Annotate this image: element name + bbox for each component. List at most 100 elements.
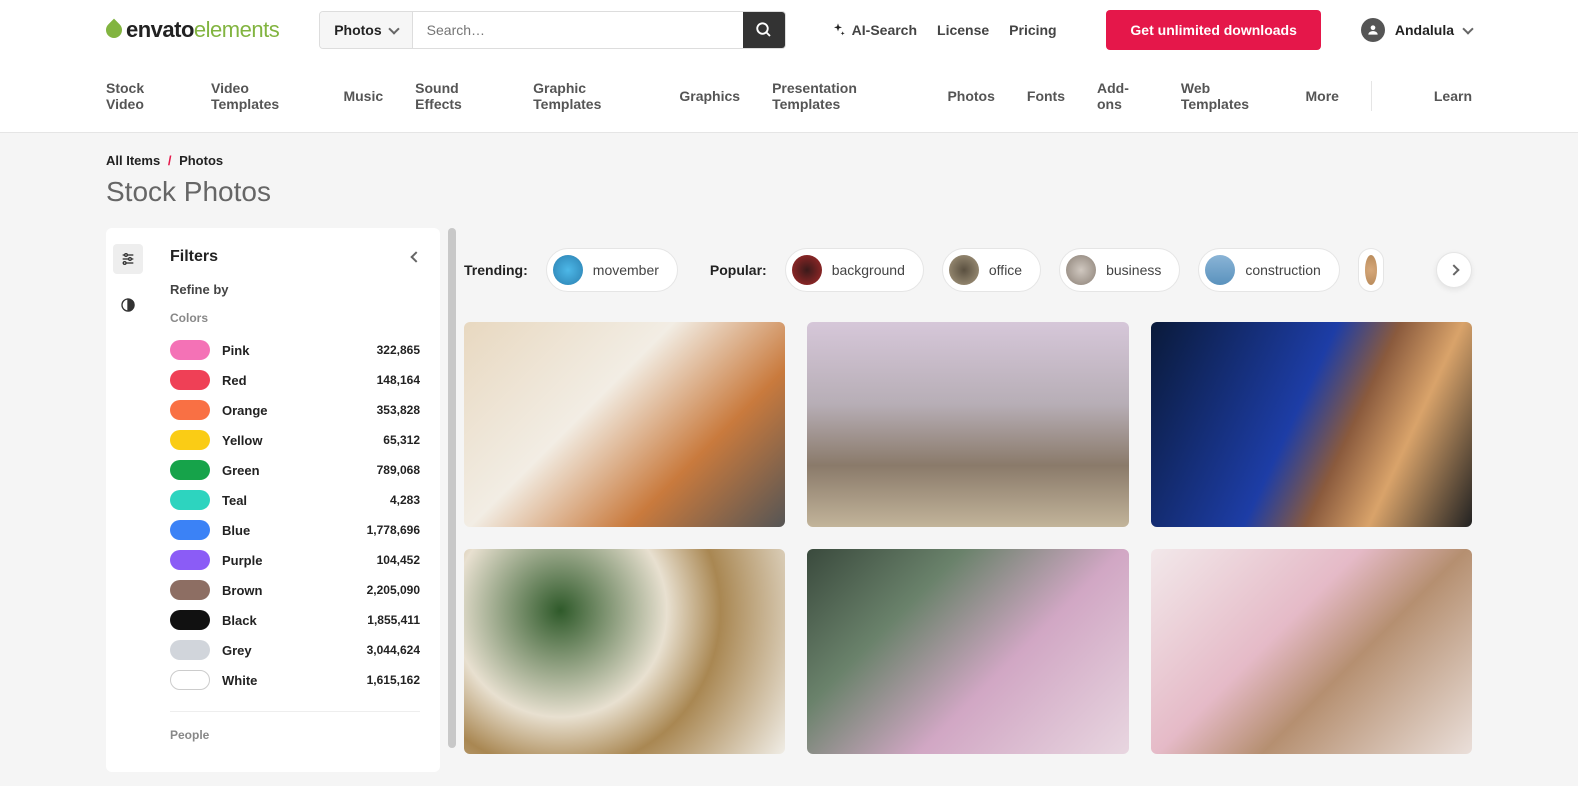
search-button[interactable] xyxy=(743,12,785,48)
search-category-dropdown[interactable]: Photos xyxy=(320,12,412,48)
chevron-down-icon xyxy=(388,23,399,34)
photo-card[interactable] xyxy=(807,322,1128,527)
color-filter-orange[interactable]: Orange 353,828 xyxy=(170,395,420,425)
color-filter-brown[interactable]: Brown2,205,090 xyxy=(170,575,420,605)
search-bar: Photos xyxy=(319,11,785,49)
nav-stock-video[interactable]: Stock Video xyxy=(106,60,179,132)
chevron-right-icon xyxy=(1448,264,1459,275)
nav-sound-effects[interactable]: Sound Effects xyxy=(415,60,501,132)
user-menu[interactable]: Andalula xyxy=(1361,18,1472,42)
tag-label: background xyxy=(832,262,905,278)
nav-graphic-templates[interactable]: Graphic Templates xyxy=(533,60,647,132)
tag-business[interactable]: business xyxy=(1059,248,1180,292)
trending-label: Trending: xyxy=(464,262,528,278)
nav-more[interactable]: More xyxy=(1306,68,1339,124)
people-section-label: People xyxy=(150,728,440,752)
color-count: 789,068 xyxy=(377,463,420,477)
photo-thumbnail xyxy=(464,322,785,527)
nav-video-templates[interactable]: Video Templates xyxy=(211,60,311,132)
nav-photos[interactable]: Photos xyxy=(947,68,994,124)
search-category-label: Photos xyxy=(334,22,381,38)
tag-movember[interactable]: movember xyxy=(546,248,678,292)
nav-web-templates[interactable]: Web Templates xyxy=(1181,60,1274,132)
tag-label: construction xyxy=(1245,262,1320,278)
color-filter-red[interactable]: Red148,164 xyxy=(170,365,420,395)
page-title: Stock Photos xyxy=(0,176,1578,228)
color-name: Yellow xyxy=(222,433,371,448)
photo-card[interactable] xyxy=(464,322,785,527)
scroll-tags-right-button[interactable] xyxy=(1436,252,1472,288)
cta-button[interactable]: Get unlimited downloads xyxy=(1106,10,1320,50)
photo-card[interactable] xyxy=(464,549,785,754)
color-swatch xyxy=(170,400,210,420)
tag-partial[interactable] xyxy=(1358,248,1384,292)
color-count: 1,855,411 xyxy=(367,613,420,627)
color-count: 353,828 xyxy=(377,403,420,417)
color-filter-purple[interactable]: Purple104,452 xyxy=(170,545,420,575)
breadcrumb-separator: / xyxy=(168,153,172,168)
color-filter-pink[interactable]: Pink322,865 xyxy=(170,335,420,365)
color-filter-green[interactable]: Green 789,068 xyxy=(170,455,420,485)
breadcrumb-root[interactable]: All Items xyxy=(106,153,160,168)
breadcrumb-current: Photos xyxy=(179,153,223,168)
color-count: 1,615,162 xyxy=(367,673,420,687)
color-name: Pink xyxy=(222,343,365,358)
tag-thumb xyxy=(1066,255,1096,285)
color-swatch xyxy=(170,580,210,600)
logo-text-2: elements xyxy=(194,17,279,43)
category-navbar: Stock Video Video Templates Music Sound … xyxy=(0,60,1578,133)
color-filter-yellow[interactable]: Yellow65,312 xyxy=(170,425,420,455)
nav-fonts[interactable]: Fonts xyxy=(1027,68,1065,124)
search-icon xyxy=(755,21,773,39)
user-name: Andalula xyxy=(1395,22,1454,38)
color-filter-grey[interactable]: Grey3,044,624 xyxy=(170,635,420,665)
sparkle-icon xyxy=(830,22,846,38)
color-count: 1,778,696 xyxy=(367,523,420,537)
color-filter-blue[interactable]: Blue1,778,696 xyxy=(170,515,420,545)
color-name: Green xyxy=(222,463,365,478)
color-swatch xyxy=(170,460,210,480)
filters-scrollbar[interactable] xyxy=(446,228,456,772)
color-filter-teal[interactable]: Teal4,283 xyxy=(170,485,420,515)
tag-construction[interactable]: construction xyxy=(1198,248,1339,292)
tag-thumb xyxy=(1365,255,1377,285)
pricing-link[interactable]: Pricing xyxy=(1009,22,1056,38)
color-swatch xyxy=(170,520,210,540)
sliders-icon xyxy=(120,251,136,267)
logo[interactable]: envatoelements xyxy=(106,17,279,43)
license-link[interactable]: License xyxy=(937,22,989,38)
scrollbar-thumb[interactable] xyxy=(448,228,456,748)
color-filter-white[interactable]: White 1,615,162 xyxy=(170,665,420,695)
divider xyxy=(170,711,420,712)
nav-music[interactable]: Music xyxy=(343,68,383,124)
popular-label: Popular: xyxy=(710,262,767,278)
color-swatch xyxy=(170,370,210,390)
photo-thumbnail xyxy=(464,549,785,754)
nav-presentation-templates[interactable]: Presentation Templates xyxy=(772,60,915,132)
tag-office[interactable]: office xyxy=(942,248,1041,292)
color-filter-black[interactable]: Black1,855,411 xyxy=(170,605,420,635)
nav-add-ons[interactable]: Add-ons xyxy=(1097,60,1149,132)
nav-graphics[interactable]: Graphics xyxy=(679,68,740,124)
logo-text-1: envato xyxy=(126,17,194,43)
search-input[interactable] xyxy=(413,12,743,48)
photo-grid xyxy=(464,322,1472,754)
color-count: 148,164 xyxy=(377,373,420,387)
nav-learn[interactable]: Learn xyxy=(1434,68,1472,124)
color-name: Orange xyxy=(222,403,365,418)
photo-card[interactable] xyxy=(1151,549,1472,754)
photo-thumbnail xyxy=(1151,549,1472,754)
filters-rail-button[interactable] xyxy=(113,244,143,274)
color-name: White xyxy=(222,673,355,688)
filters-panel: Filters Refine by Colors Pink322,865Red1… xyxy=(150,228,440,772)
tag-label: office xyxy=(989,262,1022,278)
photo-card[interactable] xyxy=(1151,322,1472,527)
collapse-filters-button[interactable] xyxy=(412,248,420,266)
color-count: 3,044,624 xyxy=(367,643,420,657)
photo-card[interactable] xyxy=(807,549,1128,754)
contrast-rail-button[interactable] xyxy=(113,290,143,320)
ai-search-link[interactable]: AI-Search xyxy=(830,22,917,38)
color-name: Teal xyxy=(222,493,378,508)
tag-thumb xyxy=(949,255,979,285)
tag-background[interactable]: background xyxy=(785,248,924,292)
